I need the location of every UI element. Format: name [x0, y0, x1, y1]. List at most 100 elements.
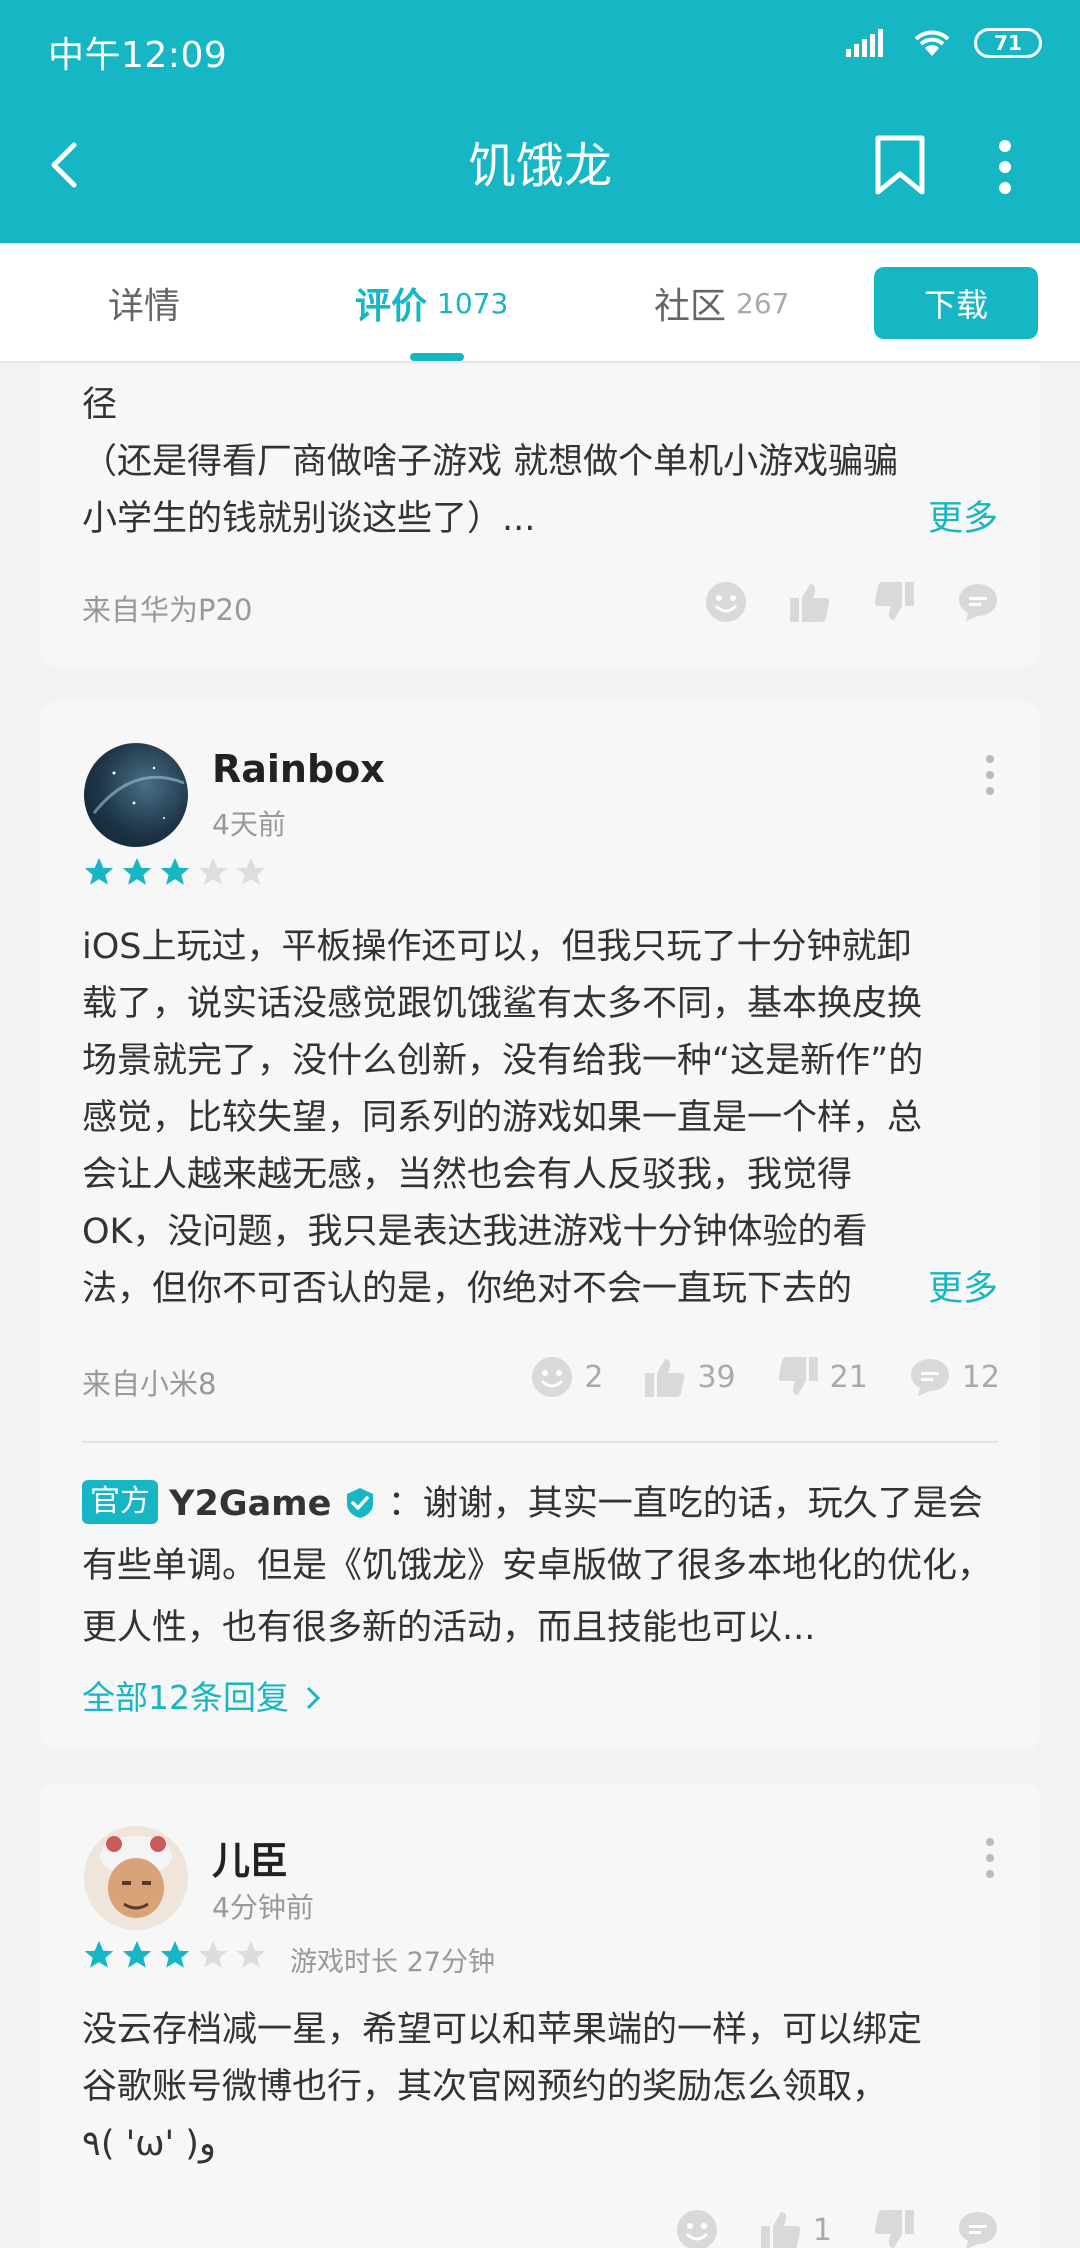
- review-actions: [664, 580, 1000, 624]
- comment-icon: [959, 584, 997, 621]
- thumbs-down-icon: [874, 582, 914, 620]
- review-text-line: 载了，说实话没感觉跟饥饿鲨有太多不同，基本换皮换: [82, 984, 923, 1024]
- cartoon-avatar-image: [84, 1826, 188, 1930]
- review-text-line: 径: [82, 385, 118, 425]
- review-options-icon[interactable]: [980, 753, 1000, 797]
- review-text-line: 会让人越来越无感，当然也会有人反驳我，我觉得: [82, 1155, 853, 1195]
- status-icons: 71: [846, 28, 1042, 58]
- more-link[interactable]: 更多: [928, 491, 998, 548]
- star-filled-icon: [84, 1940, 114, 1968]
- official-badge: 官方: [82, 1480, 158, 1524]
- verified-icon: [346, 1488, 373, 1518]
- review-actions: 1: [635, 2208, 1000, 2248]
- emoji-button[interactable]: [704, 580, 748, 624]
- chevron-right-icon: [306, 1686, 320, 1710]
- star-empty-icon: [198, 857, 228, 885]
- smile-icon: [706, 582, 746, 622]
- review-time: 4天前: [212, 808, 286, 841]
- divider: [82, 1441, 998, 1443]
- review-options-icon[interactable]: [980, 1836, 1000, 1880]
- tab-reviews-count: 1073: [437, 286, 509, 320]
- device-label: 来自华为P20: [82, 593, 253, 627]
- tab-bar: 详情 评价 1073 社区 267 下载: [0, 243, 1080, 363]
- comment-count: 12: [961, 1359, 1000, 1395]
- download-button[interactable]: 下载: [874, 267, 1038, 339]
- star-filled-icon: [122, 1940, 152, 1968]
- wifi-icon: [914, 30, 950, 56]
- tab-community-count: 267: [736, 286, 790, 320]
- all-replies-link[interactable]: 全部12条回复: [82, 1671, 322, 1719]
- review-body: 没云存档减一星，希望可以和苹果端的一样，可以绑定 谷歌账号微博也行，其次官网预约…: [82, 2002, 1002, 2173]
- signal-icon: [846, 29, 883, 57]
- review-text-line: 法，但你不可否认的是，你绝对不会一直玩下去的: [82, 1269, 853, 1309]
- review-text-line: iOS上玩过，平板操作还可以，但我只玩了十分钟就卸: [82, 927, 912, 967]
- dislike-button[interactable]: [872, 2208, 916, 2248]
- review-text-line: 谷歌账号微博也行，其次官网预约的奖励怎么领取，: [82, 2067, 888, 2107]
- device-label: 来自小米8: [82, 1367, 217, 1401]
- dislike-count: 21: [829, 1359, 868, 1395]
- review-actions: 2 39 21 12: [490, 1355, 1000, 1399]
- emoji-button[interactable]: 2: [530, 1355, 603, 1399]
- review-username[interactable]: 儿臣: [212, 1830, 288, 1885]
- review-text-line: （还是得看厂商做啥子游戏 就想做个单机小游戏骗骗: [82, 442, 899, 482]
- thumbs-up-icon: [645, 1359, 685, 1397]
- review-time: 4分钟前: [212, 1891, 314, 1924]
- dislike-button[interactable]: 21: [776, 1355, 868, 1399]
- thumbs-up-icon: [790, 584, 830, 622]
- star-empty-icon: [198, 1940, 228, 1968]
- comment-button[interactable]: 12: [908, 1355, 1000, 1399]
- all-replies-label: 全部12条回复: [82, 1678, 289, 1717]
- tab-reviews[interactable]: 评价 1073: [355, 243, 508, 363]
- more-link[interactable]: 更多: [928, 1261, 998, 1318]
- like-button[interactable]: 39: [643, 1355, 736, 1399]
- review-text-line: 感觉，比较失望，同系列的游戏如果一直是一个样，总: [82, 1098, 923, 1138]
- comment-icon: [910, 1359, 949, 1396]
- review-card-2: Rainbox 4天前 iOS上玩过，平板操作还可以，但我只玩了十分钟就卸 载了…: [40, 701, 1040, 1749]
- avatar[interactable]: [84, 1826, 188, 1930]
- like-button[interactable]: 1: [759, 2208, 832, 2248]
- review-username[interactable]: Rainbox: [212, 747, 385, 791]
- dislike-button[interactable]: [872, 580, 916, 624]
- thumbs-down-icon: [778, 1357, 818, 1395]
- review-text-line: ٩( 'ω' )و: [82, 2124, 216, 2164]
- more-menu-icon[interactable]: [990, 140, 1020, 194]
- tab-reviews-label: 评价: [355, 286, 428, 327]
- like-button[interactable]: [788, 580, 832, 624]
- comment-button[interactable]: [956, 580, 1000, 624]
- comment-button[interactable]: [956, 2208, 1000, 2248]
- tab-community[interactable]: 社区 267: [654, 243, 789, 363]
- tab-details[interactable]: 详情: [108, 243, 180, 363]
- review-card-1: 径 （还是得看厂商做啥子游戏 就想做个单机小游戏骗骗 小学生的钱就别谈这些了）.…: [40, 365, 1040, 667]
- star-rating: [82, 855, 268, 889]
- star-empty-icon: [236, 857, 266, 885]
- star-filled-icon: [122, 857, 152, 885]
- review-body: iOS上玩过，平板操作还可以，但我只玩了十分钟就卸 载了，说实话没感觉跟饥饿鲨有…: [82, 919, 1002, 1318]
- thumbs-down-icon: [874, 2210, 914, 2248]
- smile-icon: [532, 1357, 573, 1397]
- emoji-count: 2: [584, 1359, 604, 1395]
- active-tab-indicator: [410, 353, 464, 361]
- like-count: 1: [812, 2212, 832, 2248]
- reply-author[interactable]: Y2Game: [169, 1484, 331, 1524]
- playtime-label: 游戏时长 27分钟: [290, 1947, 495, 1978]
- star-filled-icon: [160, 857, 190, 885]
- avatar[interactable]: [84, 743, 188, 847]
- star-rating: [82, 1938, 268, 1972]
- app-header: 中午12:09 71 饥饿龙: [0, 0, 1080, 243]
- bookmark-icon[interactable]: [872, 134, 928, 196]
- official-reply: 官方 Y2Game ：谢谢，其实一直吃的话，玩久了是会有些单调。但是《饥饿龙》安…: [82, 1473, 1002, 1659]
- galaxy-avatar-image: [92, 766, 185, 819]
- battery-icon: 71: [974, 28, 1042, 58]
- thumbs-up-icon: [760, 2212, 801, 2248]
- star-filled-icon: [160, 1940, 190, 1968]
- review-text-line: OK，没问题，我只是表达我进游戏十分钟体验的看: [82, 1212, 868, 1252]
- emoji-button[interactable]: [675, 2208, 719, 2248]
- star-filled-icon: [84, 857, 114, 885]
- review-text-line: 没云存档减一星，希望可以和苹果端的一样，可以绑定: [82, 2010, 923, 2050]
- review-text-line: 场景就完了，没什么创新，没有给我一种“这是新作”的: [82, 1041, 924, 1081]
- like-count: 39: [697, 1359, 736, 1395]
- tab-community-label: 社区: [654, 286, 727, 327]
- tab-details-label: 详情: [108, 286, 181, 327]
- smile-icon: [676, 2210, 717, 2248]
- star-empty-icon: [236, 1940, 266, 1968]
